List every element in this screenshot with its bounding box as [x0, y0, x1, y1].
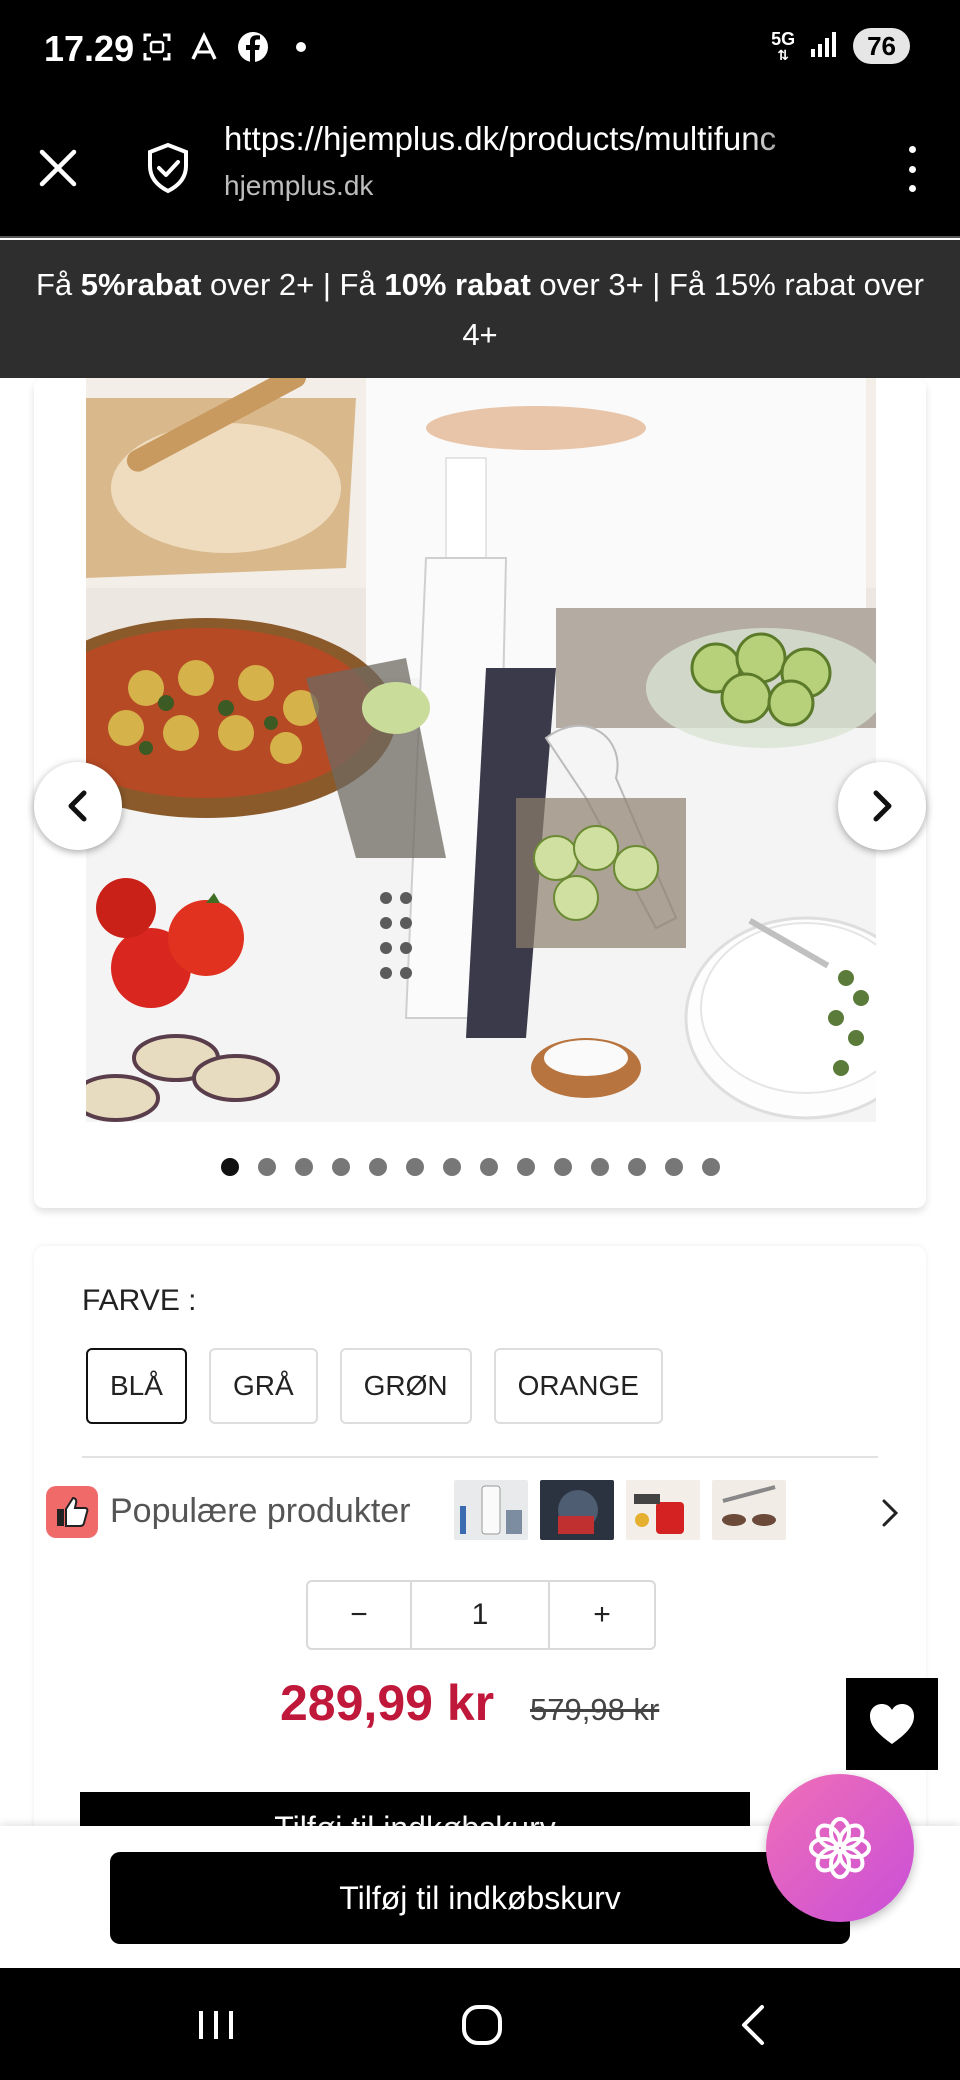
- color-swatch-green[interactable]: GRØN: [339, 1348, 472, 1424]
- chevron-left-icon: [68, 790, 87, 822]
- promo-text: Få: [35, 267, 81, 302]
- thumbs-up-icon: [46, 1486, 98, 1538]
- gallery-dot[interactable]: [294, 1158, 313, 1176]
- promo-highlight: 5%rabat: [80, 267, 202, 302]
- promo-text: over 2+ | Få: [201, 267, 385, 302]
- gallery-dot[interactable]: [516, 1158, 535, 1176]
- quantity-decrease-button[interactable]: −: [308, 1582, 412, 1648]
- color-swatch-blue[interactable]: BLÅ: [86, 1348, 187, 1424]
- product-options-card: FARVE : BLÅ GRÅ GRØN ORANGE Populære pro…: [34, 1246, 926, 1846]
- quantity-increase-button[interactable]: +: [550, 1582, 654, 1648]
- screenshot-icon: [140, 30, 174, 64]
- chevron-right-icon: [873, 790, 892, 822]
- menu-dot: [908, 185, 916, 192]
- menu-dot: [908, 165, 916, 173]
- system-navigation-bar: [0, 1968, 960, 2080]
- battery-indicator: 76: [853, 28, 910, 64]
- divider: [82, 1456, 878, 1458]
- color-swatch-gray[interactable]: GRÅ: [208, 1348, 318, 1424]
- back-button[interactable]: [724, 1998, 784, 2052]
- gallery-dot[interactable]: [664, 1158, 683, 1176]
- gallery-dot[interactable]: [590, 1158, 609, 1176]
- browser-menu-button[interactable]: [904, 146, 920, 192]
- status-left-icons: [140, 30, 318, 64]
- close-icon: [39, 149, 77, 187]
- popular-product-thumb[interactable]: [712, 1480, 786, 1540]
- home-button[interactable]: [452, 1998, 512, 2052]
- color-swatch-orange[interactable]: ORANGE: [493, 1348, 663, 1424]
- gallery-dot[interactable]: [627, 1158, 646, 1176]
- back-icon: [742, 2005, 764, 2045]
- quantity-stepper: − 1 +: [306, 1580, 656, 1650]
- status-bar: 17.29 5G ⇅ 76: [0, 0, 960, 98]
- network-label: 5G: [771, 29, 796, 49]
- browser-toolbar: https://hjemplus.dk/products/multifunc h…: [0, 98, 960, 238]
- popular-product-thumb[interactable]: [454, 1480, 528, 1540]
- quantity-input[interactable]: 1: [412, 1582, 550, 1648]
- home-icon: [462, 2005, 502, 2045]
- sale-price: 289,99 kr: [280, 1675, 495, 1731]
- status-right-icons: 5G ⇅ 76: [771, 28, 910, 64]
- gallery-pagination: [34, 1158, 926, 1176]
- gallery-dot[interactable]: [368, 1158, 387, 1176]
- gallery-dot[interactable]: [553, 1158, 572, 1176]
- url-text[interactable]: https://hjemplus.dk/products/multifunc: [224, 120, 834, 158]
- product-image[interactable]: [86, 378, 876, 1122]
- promo-text: over 3+ | Få 15% rabat over 4+: [462, 267, 924, 352]
- site-security-button[interactable]: [144, 142, 192, 194]
- gallery-dot[interactable]: [331, 1158, 350, 1176]
- product-gallery: [34, 378, 926, 1208]
- gallery-dot[interactable]: [479, 1158, 498, 1176]
- recent-apps-button[interactable]: [186, 1998, 246, 2052]
- heart-icon: [870, 1704, 914, 1744]
- popular-products-label: Populære produkter: [110, 1492, 411, 1530]
- gallery-dot[interactable]: [257, 1158, 276, 1176]
- popular-product-thumb[interactable]: [626, 1480, 700, 1540]
- gallery-dot[interactable]: [442, 1158, 461, 1176]
- color-option-label: FARVE :: [82, 1284, 197, 1317]
- gallery-dot[interactable]: [701, 1158, 720, 1176]
- cell-signal-icon: [809, 29, 839, 64]
- promo-banner: Få 5%rabat over 2+ | Få 10% rabat over 3…: [0, 240, 960, 378]
- notification-dot-icon: [284, 30, 318, 64]
- floating-widget-button[interactable]: [766, 1774, 914, 1922]
- host-text: hjemplus.dk: [224, 170, 374, 201]
- recent-apps-icon: [199, 2011, 233, 2039]
- facebook-icon: [236, 30, 270, 64]
- compare-at-price: 579,98 kr: [530, 1692, 660, 1727]
- add-to-cart-button[interactable]: Tilføj til indkøbskurv: [110, 1852, 850, 1944]
- popular-product-thumb[interactable]: [540, 1480, 614, 1540]
- wishlist-button[interactable]: [846, 1678, 938, 1770]
- flower-icon: [809, 1817, 871, 1879]
- popular-thumbnails: [454, 1480, 786, 1540]
- menu-dot: [908, 146, 916, 153]
- gallery-next-button[interactable]: [838, 762, 926, 850]
- gallery-dot[interactable]: [405, 1158, 424, 1176]
- close-tab-button[interactable]: [34, 144, 82, 192]
- color-swatches: BLÅ GRÅ GRØN ORANGE: [86, 1348, 663, 1424]
- signal-app-icon: [188, 30, 222, 64]
- popular-products-row[interactable]: Populære produkter: [46, 1478, 922, 1548]
- gallery-dot[interactable]: [220, 1158, 239, 1176]
- shield-check-icon: [148, 142, 188, 194]
- network-badge: 5G ⇅: [771, 29, 796, 63]
- chevron-right-icon[interactable]: [874, 1496, 904, 1530]
- promo-highlight: 10% rabat: [384, 267, 531, 302]
- status-time: 17.29: [44, 28, 135, 69]
- gallery-prev-button[interactable]: [34, 762, 122, 850]
